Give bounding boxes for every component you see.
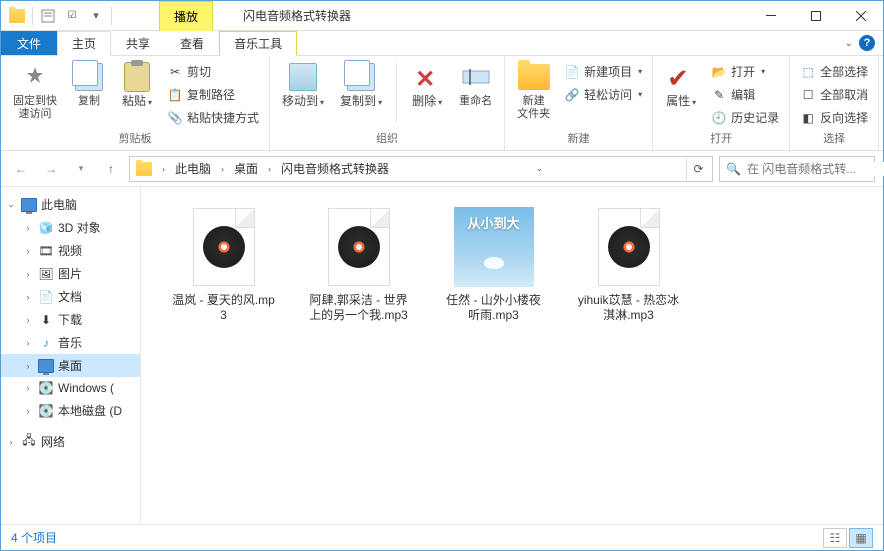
delete-button[interactable]: ✕ 删除▾ xyxy=(405,59,449,111)
qat-properties-icon[interactable] xyxy=(37,5,59,27)
files-pane[interactable]: 温岚 - 夏天的风.mp3 阿肆,郭采洁 - 世界上的另一个我.mp3 从小到大任然… xyxy=(141,187,883,524)
search-icon: 🔍 xyxy=(726,162,741,176)
view-icons-button[interactable]: ▦ xyxy=(849,528,873,548)
edit-button[interactable]: ✎编辑 xyxy=(707,84,783,105)
file-label: 阿肆,郭采洁 - 世界上的另一个我.mp3 xyxy=(306,293,411,323)
tree-network[interactable]: ›🖧网络 xyxy=(1,430,140,453)
refresh-button[interactable]: ⟳ xyxy=(686,158,710,180)
group-select-label: 选择 xyxy=(796,128,872,148)
close-button[interactable] xyxy=(838,1,883,30)
tree-windows[interactable]: ›💽Windows ( xyxy=(1,377,140,399)
paste-shortcut-button[interactable]: 📎粘贴快捷方式 xyxy=(163,107,263,128)
paste-button[interactable]: 粘贴▾ xyxy=(115,59,159,111)
move-to-button[interactable]: 移动到▾ xyxy=(276,59,330,111)
properties-button[interactable]: ✔ 属性▾ xyxy=(659,59,703,111)
open-button[interactable]: 📂打开▾ xyxy=(707,61,783,82)
recent-dropdown[interactable]: ▾ xyxy=(69,157,93,181)
qat-check-icon[interactable]: ☑ xyxy=(61,5,83,27)
cut-button[interactable]: ✂剪切 xyxy=(163,61,263,82)
forward-button[interactable]: → xyxy=(39,157,63,181)
easy-access-button[interactable]: 🔗轻松访问▾ xyxy=(560,84,646,105)
tab-view[interactable]: 查看 xyxy=(165,31,219,55)
status-count: 4 个项目 xyxy=(11,529,57,546)
breadcrumb-current[interactable]: 闪电音频格式转换器 xyxy=(277,158,393,180)
breadcrumb-thispc[interactable]: 此电脑 xyxy=(171,158,215,180)
ribbon-help[interactable]: ⌄ ? xyxy=(837,31,883,55)
contextual-tab-play[interactable]: 播放 xyxy=(159,1,213,31)
content-area: ⌄此电脑 ›🧊3D 对象 ›🎞视频 ›🖼图片 ›📄文档 ›⬇下载 ›♪音乐 ›桌… xyxy=(1,187,883,524)
title-bar: ☑ ▾ 播放 闪电音频格式转换器 xyxy=(1,1,883,31)
tab-music-tools[interactable]: 音乐工具 xyxy=(219,31,297,56)
address-bar[interactable]: › 此电脑 › 桌面 › 闪电音频格式转换器 ⌄ ⟳ xyxy=(129,156,713,182)
ribbon-tabs: 文件 主页 共享 查看 音乐工具 ⌄ ? xyxy=(1,31,883,56)
pin-to-quick-access-button[interactable]: 固定到快 速访问 xyxy=(7,59,63,123)
file-item[interactable]: 阿肆,郭采洁 - 世界上的另一个我.mp3 xyxy=(306,207,411,323)
window-title: 闪电音频格式转换器 xyxy=(213,7,748,24)
quick-access-toolbar: ☑ ▾ xyxy=(1,1,119,30)
up-button[interactable]: ↑ xyxy=(99,157,123,181)
search-input[interactable] xyxy=(747,162,884,176)
search-box[interactable]: 🔍 xyxy=(719,156,875,182)
music-file-icon xyxy=(589,207,669,287)
tab-share[interactable]: 共享 xyxy=(111,31,165,55)
address-bar-row: ← → ▾ ↑ › 此电脑 › 桌面 › 闪电音频格式转换器 ⌄ ⟳ 🔍 xyxy=(1,151,883,187)
minimize-button[interactable] xyxy=(748,1,793,30)
folder-icon[interactable] xyxy=(6,5,28,27)
view-details-button[interactable]: ☷ xyxy=(823,528,847,548)
rename-button[interactable]: 重命名 xyxy=(453,59,498,110)
music-file-icon xyxy=(319,207,399,287)
tree-pictures[interactable]: ›🖼图片 xyxy=(1,262,140,285)
tree-videos[interactable]: ›🎞视频 xyxy=(1,239,140,262)
breadcrumb-desktop[interactable]: 桌面 xyxy=(230,158,262,180)
tree-music[interactable]: ›♪音乐 xyxy=(1,331,140,354)
select-all-button[interactable]: ⬚全部选择 xyxy=(796,61,872,82)
new-folder-button[interactable]: 新建 文件夹 xyxy=(511,59,556,123)
group-organize-label: 组织 xyxy=(276,128,498,148)
album-art-icon: 从小到大 xyxy=(454,207,534,287)
tree-thispc[interactable]: ⌄此电脑 xyxy=(1,193,140,216)
back-button[interactable]: ← xyxy=(9,157,33,181)
file-item[interactable]: 温岚 - 夏天的风.mp3 xyxy=(171,207,276,323)
tree-localdisk[interactable]: ›💽本地磁盘 (D xyxy=(1,399,140,422)
collapse-ribbon-icon[interactable]: ⌄ xyxy=(845,38,853,49)
group-new-label: 新建 xyxy=(511,128,646,148)
group-clipboard-label: 剪贴板 xyxy=(7,128,263,148)
music-file-icon xyxy=(184,207,264,287)
new-item-button[interactable]: 📄新建项目▾ xyxy=(560,61,646,82)
navigation-tree[interactable]: ⌄此电脑 ›🧊3D 对象 ›🎞视频 ›🖼图片 ›📄文档 ›⬇下载 ›♪音乐 ›桌… xyxy=(1,187,141,524)
addr-dropdown-icon[interactable]: ⌄ xyxy=(528,158,552,180)
tab-file[interactable]: 文件 xyxy=(1,31,57,55)
file-item[interactable]: yihuik苡慧 - 热恋冰淇淋.mp3 xyxy=(576,207,681,323)
tab-home[interactable]: 主页 xyxy=(57,31,111,56)
tree-desktop[interactable]: ›桌面 xyxy=(1,354,140,377)
file-item[interactable]: 从小到大任然 - 山外小楼夜听雨.mp3 xyxy=(441,207,546,323)
status-bar: 4 个项目 ☷ ▦ xyxy=(1,524,883,550)
tree-3d[interactable]: ›🧊3D 对象 xyxy=(1,216,140,239)
tree-documents[interactable]: ›📄文档 xyxy=(1,285,140,308)
tree-downloads[interactable]: ›⬇下载 xyxy=(1,308,140,331)
ribbon: 固定到快 速访问 复制 粘贴▾ ✂剪切 📋复制路径 📎粘贴快捷方式 剪贴板 移动… xyxy=(1,56,883,151)
help-icon[interactable]: ? xyxy=(859,35,875,51)
qat-dropdown-icon[interactable]: ▾ xyxy=(85,5,107,27)
copy-button[interactable]: 复制 xyxy=(67,59,111,110)
maximize-button[interactable] xyxy=(793,1,838,30)
group-open-label: 打开 xyxy=(659,128,783,148)
copy-path-button[interactable]: 📋复制路径 xyxy=(163,84,263,105)
history-button[interactable]: 🕘历史记录 xyxy=(707,107,783,128)
copy-to-button[interactable]: 复制到▾ xyxy=(334,59,388,111)
invert-selection-button[interactable]: ◧反向选择 xyxy=(796,107,872,128)
file-label: 任然 - 山外小楼夜听雨.mp3 xyxy=(441,293,546,323)
file-label: 温岚 - 夏天的风.mp3 xyxy=(171,293,276,323)
select-none-button[interactable]: ☐全部取消 xyxy=(796,84,872,105)
file-label: yihuik苡慧 - 热恋冰淇淋.mp3 xyxy=(576,293,681,323)
